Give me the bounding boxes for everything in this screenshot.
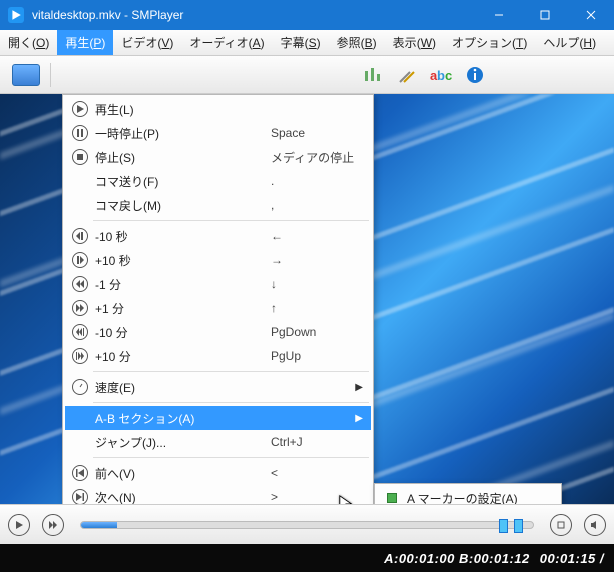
rewind-icon — [72, 228, 88, 244]
app-icon — [8, 7, 24, 23]
menu-separator — [93, 457, 369, 458]
info-icon[interactable] — [463, 63, 487, 87]
menu-item-jump[interactable]: ジャンプ(J)...Ctrl+J — [65, 430, 371, 454]
menu-item-forward-1m[interactable]: +1 分↑ — [65, 296, 371, 320]
prev-icon — [72, 465, 88, 481]
menu-audio[interactable]: オーディオ(A) — [181, 30, 272, 55]
menu-item-forward-10s[interactable]: +10 秒→ — [65, 248, 371, 272]
minimize-button[interactable] — [476, 0, 522, 30]
forward-button[interactable] — [40, 512, 66, 538]
seek-markers — [499, 519, 523, 533]
speed-icon — [72, 379, 88, 395]
menu-browse[interactable]: 参照(B) — [329, 30, 385, 55]
menu-open[interactable]: 開く(O) — [0, 30, 57, 55]
play-button[interactable] — [6, 512, 32, 538]
forward-icon — [72, 252, 88, 268]
forward-icon — [72, 348, 88, 364]
equalizer-icon[interactable] — [361, 63, 385, 87]
menu-item-stop[interactable]: 停止(S)メディアの停止 — [65, 145, 371, 169]
menu-item-frame-step[interactable]: コマ送り(F). — [65, 169, 371, 193]
maximize-button[interactable] — [522, 0, 568, 30]
menu-item-rewind-10m[interactable]: -10 分PgDown — [65, 320, 371, 344]
playback-time-text: 00:01:15 / — [540, 551, 604, 566]
seek-marker-b[interactable] — [514, 519, 523, 533]
open-file-button[interactable] — [12, 64, 40, 86]
tools-icon[interactable] — [395, 63, 419, 87]
menu-separator — [93, 220, 369, 221]
menu-item-rewind-10s[interactable]: -10 秒← — [65, 224, 371, 248]
submenu-item-set-a[interactable]: A マーカーの設定(A) — [377, 486, 559, 504]
pause-icon — [72, 125, 88, 141]
menu-item-pause[interactable]: 一時停止(P)Space — [65, 121, 371, 145]
ab-section-submenu: A マーカーの設定(A) B マーカーの設定(B) A-B マーカーのクリア(C… — [374, 483, 562, 504]
menu-subtitle[interactable]: 字幕(S) — [273, 30, 329, 55]
marker-a-icon — [387, 493, 397, 503]
next-icon — [72, 489, 88, 504]
menu-item-frame-back[interactable]: コマ戻し(M), — [65, 193, 371, 217]
forward-icon — [72, 300, 88, 316]
toolbar-separator — [50, 63, 51, 87]
stop-icon — [72, 149, 88, 165]
menu-video[interactable]: ビデオ(V) — [113, 30, 181, 55]
submenu-arrow-icon: ▶ — [355, 382, 363, 393]
menu-item-forward-10m[interactable]: +10 分PgUp — [65, 344, 371, 368]
svg-text:b: b — [437, 68, 445, 83]
menu-item-rewind-1m[interactable]: -1 分↓ — [65, 272, 371, 296]
window-title: vitaldesktop.mkv - SMPlayer — [32, 8, 476, 22]
menu-item-next[interactable]: 次へ(N)> — [65, 485, 371, 504]
svg-text:c: c — [445, 68, 452, 83]
status-bar: A:00:01:00 B:00:01:12 00:01:15 / — [0, 544, 614, 572]
menu-help[interactable]: ヘルプ(H) — [535, 30, 604, 55]
ab-markers-text: A:00:01:00 B:00:01:12 — [384, 551, 530, 566]
menubar: 開く(O) 再生(P) ビデオ(V) オーディオ(A) 字幕(S) 参照(B) … — [0, 30, 614, 56]
play-menu-dropdown: 再生(L) 一時停止(P)Space 停止(S)メディアの停止 コマ送り(F).… — [62, 94, 374, 504]
subtitle-style-icon[interactable]: abc — [429, 63, 453, 87]
window-controls — [476, 0, 614, 30]
seek-progress — [81, 522, 117, 528]
playback-controls — [0, 504, 614, 544]
menu-item-play[interactable]: 再生(L) — [65, 97, 371, 121]
menu-item-ab-section[interactable]: A-B セクション(A)▶ — [65, 406, 371, 430]
rewind-icon — [72, 324, 88, 340]
menu-item-prev[interactable]: 前へ(V)< — [65, 461, 371, 485]
fullscreen-button[interactable] — [548, 512, 574, 538]
close-button[interactable] — [568, 0, 614, 30]
menu-separator — [93, 402, 369, 403]
titlebar: vitaldesktop.mkv - SMPlayer — [0, 0, 614, 30]
seek-marker-a[interactable] — [499, 519, 508, 533]
menu-item-speed[interactable]: 速度(E)▶ — [65, 375, 371, 399]
rewind-icon — [72, 276, 88, 292]
menu-options[interactable]: オプション(T) — [444, 30, 535, 55]
menu-play[interactable]: 再生(P) — [57, 30, 113, 55]
play-icon — [72, 101, 88, 117]
toolbar: abc — [0, 56, 614, 94]
video-area[interactable]: 再生(L) 一時停止(P)Space 停止(S)メディアの停止 コマ送り(F).… — [0, 94, 614, 504]
menu-separator — [93, 371, 369, 372]
menu-view[interactable]: 表示(W) — [385, 30, 444, 55]
submenu-arrow-icon: ▶ — [355, 413, 363, 424]
mute-button[interactable] — [582, 512, 608, 538]
seek-bar[interactable] — [80, 521, 534, 529]
